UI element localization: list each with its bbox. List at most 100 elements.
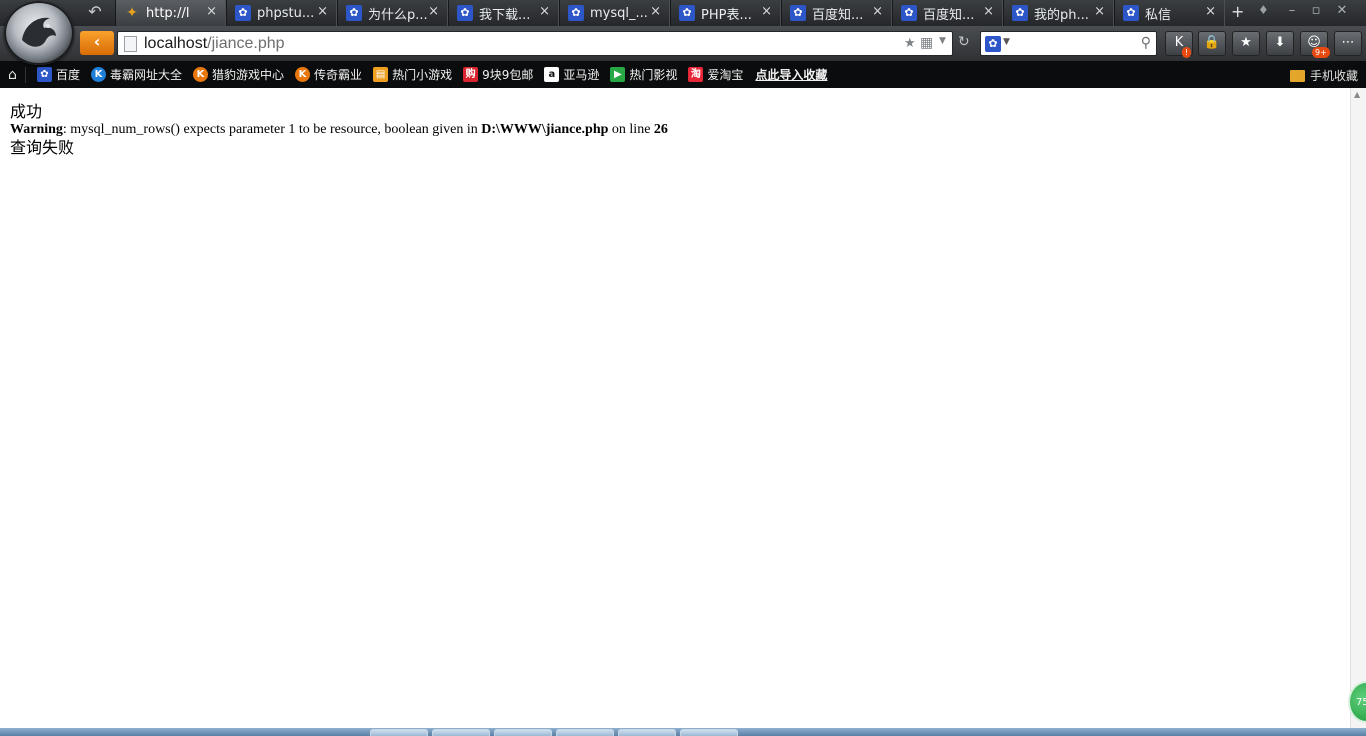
tab-close-icon[interactable]: × xyxy=(1205,4,1216,19)
tab-9[interactable]: ✿ 私信 × xyxy=(1114,0,1225,26)
navigation-bar: ‹ localhost/jiance.php ★ ▦ ▼ ↻ ✿ ▼ ⚲ K !… xyxy=(0,26,1366,61)
reload-icon[interactable]: ↻ xyxy=(958,34,970,50)
bookmark-label: 传奇霸业 xyxy=(314,68,363,82)
scroll-up-arrow-icon[interactable]: ▲ xyxy=(1354,90,1360,99)
tab-title: 百度知... xyxy=(923,7,975,23)
cheetah-game-icon: K xyxy=(193,67,209,82)
bookmark-5[interactable]: 购 9块9包邮 xyxy=(463,66,533,83)
qr-code-icon[interactable]: ▦ xyxy=(920,35,933,51)
k-button[interactable]: K ! xyxy=(1165,31,1193,58)
warning-line-number: 26 xyxy=(653,122,668,137)
taskbar-item[interactable] xyxy=(618,729,676,736)
bookmark-label: 爱淘宝 xyxy=(707,68,744,82)
video-play-icon: ▶ xyxy=(610,67,626,82)
undo-close-tab-icon[interactable]: ↶ xyxy=(80,2,110,24)
baidu-paw-icon: ✿ xyxy=(37,67,52,82)
tab-title: 为什么p... xyxy=(368,7,428,23)
page-content: 成功 Warning: mysql_num_rows() expects par… xyxy=(0,88,1350,728)
game-controller-icon[interactable]: ☺ 9+ xyxy=(1300,31,1330,58)
bookmark-8[interactable]: 淘爱淘宝 xyxy=(688,66,743,83)
tab-1[interactable]: ✿ phpstu... × xyxy=(226,0,337,26)
restore-icon[interactable]: ▫ xyxy=(1304,2,1328,20)
tab-6[interactable]: ✿ 百度知... × xyxy=(781,0,892,26)
vertical-scrollbar[interactable]: ▲ xyxy=(1350,88,1366,728)
taskbar-item[interactable] xyxy=(494,729,552,736)
baidu-paw-icon: ✿ xyxy=(790,5,806,21)
taobao-icon: 淘 xyxy=(688,67,704,82)
minimize-icon[interactable]: – xyxy=(1280,2,1304,20)
back-button[interactable]: ‹ xyxy=(80,31,114,55)
bookmark-2[interactable]: K 猎豹游戏中心 xyxy=(193,66,284,83)
tab-close-icon[interactable]: × xyxy=(872,4,883,19)
folder-icon xyxy=(1289,69,1305,82)
tab-close-icon[interactable]: × xyxy=(539,4,550,19)
warning-label: Warning xyxy=(10,122,63,137)
search-engine-dropdown-icon[interactable]: ▼ xyxy=(1003,37,1010,47)
bookmark-7[interactable]: ▶ 热门影视 xyxy=(610,66,677,83)
baidu-paw-icon: ✿ xyxy=(235,5,251,21)
tab-close-icon[interactable]: × xyxy=(761,4,772,19)
address-dropdown-icon[interactable]: ▼ xyxy=(939,36,946,46)
address-bar[interactable]: localhost/jiance.php ★ ▦ ▼ xyxy=(117,31,953,56)
duba-k-icon: K xyxy=(91,67,107,82)
bookmark-label: 亚马逊 xyxy=(563,68,600,82)
baidu-paw-icon: ✿ xyxy=(901,5,917,21)
tab-title: 我的ph... xyxy=(1034,7,1089,23)
tab-title: 私信 xyxy=(1145,7,1172,23)
browser-logo-icon[interactable] xyxy=(4,1,74,65)
bookmark-label: 9块9包邮 xyxy=(482,68,534,82)
favorites-star-icon[interactable]: ★ xyxy=(1232,31,1260,56)
download-icon[interactable]: ⬇ xyxy=(1266,31,1294,56)
taskbar-item[interactable] xyxy=(370,729,428,736)
menu-icon[interactable]: ⋯ xyxy=(1334,31,1362,56)
url-text[interactable]: localhost/jiance.php xyxy=(144,35,285,53)
search-icon[interactable]: ⚲ xyxy=(1141,35,1151,51)
close-window-icon[interactable]: ✕ xyxy=(1330,2,1354,20)
bookmark-label: 热门影视 xyxy=(629,68,678,82)
bookmark-3[interactable]: K 传奇霸业 xyxy=(295,66,362,83)
tab-close-icon[interactable]: × xyxy=(317,4,328,19)
bookmark-list: ✿ 百度 K 毒霸网址大全 K 猎豹游戏中心 K 传奇霸业 ▤ 热门小游戏购 9块9包邮 a 亚马逊 ▶ 热… xyxy=(26,66,827,83)
mobile-favorites[interactable]: 手机收藏 xyxy=(1289,67,1358,84)
bookmark-4[interactable]: ▤ 热门小游戏 xyxy=(373,66,452,83)
taskbar-item[interactable] xyxy=(556,729,614,736)
tab-close-icon[interactable]: × xyxy=(650,4,661,19)
tab-close-icon[interactable]: × xyxy=(1094,4,1105,19)
bookmark-6[interactable]: a 亚马逊 xyxy=(544,66,599,83)
tab-close-icon[interactable]: × xyxy=(428,4,439,19)
taskbar-item[interactable] xyxy=(680,729,738,736)
tab-4[interactable]: ✿ mysql_... × xyxy=(559,0,670,26)
bookmark-star-icon[interactable]: ★ xyxy=(904,36,916,51)
tab-7[interactable]: ✿ 百度知... × xyxy=(892,0,1003,26)
tab-5[interactable]: ✿ PHP表... × xyxy=(670,0,781,26)
warning-message: : mysql_num_rows() expects parameter 1 t… xyxy=(62,122,482,137)
bookmark-label: 热门小游戏 xyxy=(392,68,453,82)
warning-on-line: on line xyxy=(608,122,654,137)
tab-3[interactable]: ✿ 我下载... × xyxy=(448,0,559,26)
baidu-paw-icon: ✿ xyxy=(568,5,584,21)
tab-2[interactable]: ✿ 为什么p... × xyxy=(337,0,448,26)
bookmark-9[interactable]: 点此导入收藏 xyxy=(755,66,827,83)
tab-title: phpstu... xyxy=(257,5,315,21)
taskbar-item[interactable] xyxy=(432,729,490,736)
bookmark-0[interactable]: ✿ 百度 xyxy=(37,66,80,83)
bookmark-1[interactable]: K 毒霸网址大全 xyxy=(91,66,182,83)
legend-icon: K xyxy=(295,67,311,82)
tab-close-icon[interactable]: × xyxy=(983,4,994,19)
url-path: /jiance.php xyxy=(207,35,285,52)
tab-close-icon[interactable]: × xyxy=(206,4,217,19)
skin-shirt-icon[interactable]: ♦ xyxy=(1258,3,1269,17)
bookmark-label: 点此导入收藏 xyxy=(755,68,828,82)
new-tab-button[interactable]: + xyxy=(1231,2,1244,21)
tab-8[interactable]: ✿ 我的ph... × xyxy=(1003,0,1114,26)
tab-title: http://l xyxy=(146,5,190,21)
tab-0[interactable]: ✦ http://l × xyxy=(115,0,226,26)
home-icon[interactable]: ⌂ xyxy=(0,66,26,83)
baidu-paw-icon[interactable]: ✿ xyxy=(985,36,1001,52)
amazon-icon: a xyxy=(544,67,560,82)
lock-icon[interactable]: 🔒 xyxy=(1198,31,1226,56)
tab-strip: ↶ ✦ http://l × ✿ phpstu... × ✿ 为什么p... × ✿ 我下载... ×… xyxy=(0,0,1366,26)
search-box[interactable]: ✿ ▼ ⚲ xyxy=(980,31,1157,56)
page-icon xyxy=(124,36,137,52)
baidu-paw-icon: ✿ xyxy=(457,5,473,21)
